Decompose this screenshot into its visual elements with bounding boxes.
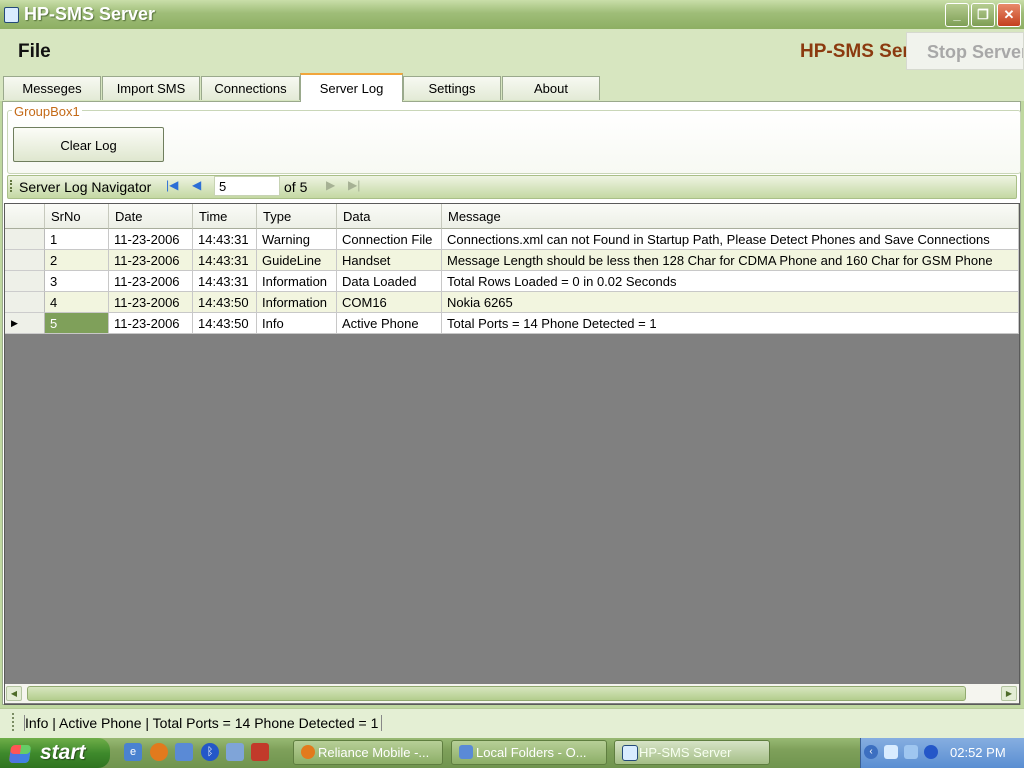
clear-log-button[interactable]: Clear Log xyxy=(13,127,164,162)
row-header[interactable] xyxy=(5,250,45,271)
cell-srno[interactable]: 3 xyxy=(45,271,109,292)
cell-message[interactable]: Total Ports = 14 Phone Detected = 1 xyxy=(442,313,1019,334)
brand-label: HP-SMS Server xyxy=(800,41,906,62)
record-position-input[interactable] xyxy=(214,176,280,196)
status-grip-icon xyxy=(12,713,17,731)
scroll-right-icon[interactable]: ▶ xyxy=(1001,686,1017,701)
row-header[interactable] xyxy=(5,271,45,292)
tab-server-log[interactable]: Server Log xyxy=(300,73,403,102)
app-icon xyxy=(622,745,638,761)
cell-data[interactable]: Connection File xyxy=(337,229,442,250)
app-shortcut-icon[interactable] xyxy=(251,743,269,761)
cell-date[interactable]: 11-23-2006 xyxy=(109,229,193,250)
cell-time[interactable]: 14:43:31 xyxy=(193,229,257,250)
thunderbird-icon[interactable] xyxy=(175,743,193,761)
windows-logo-icon xyxy=(8,745,32,763)
status-text: Info | Active Phone | Total Ports = 14 P… xyxy=(24,715,383,731)
app-icon xyxy=(4,7,19,23)
row-header[interactable]: ▶ xyxy=(5,313,45,334)
minimize-icon[interactable]: _ xyxy=(945,3,969,27)
bluetooth-tray-icon[interactable] xyxy=(924,745,938,759)
cell-date[interactable]: 11-23-2006 xyxy=(109,271,193,292)
firefox-icon xyxy=(301,745,315,759)
column-header-type[interactable]: Type xyxy=(257,204,337,229)
cell-data[interactable]: Data Loaded xyxy=(337,271,442,292)
stop-server-button[interactable]: Stop Server xyxy=(906,32,1024,70)
cell-srno[interactable]: 2 xyxy=(45,250,109,271)
window-title: HP-SMS Server xyxy=(24,4,156,24)
grid-corner-header xyxy=(5,204,45,229)
last-record-icon[interactable]: ▶| xyxy=(348,178,360,192)
navigator-label: Server Log Navigator xyxy=(19,179,152,195)
clock: 02:52 PM xyxy=(950,745,1006,760)
cell-data[interactable]: COM16 xyxy=(337,292,442,313)
file-menu[interactable]: File xyxy=(18,41,51,63)
tab-import-sms[interactable]: Import SMS xyxy=(102,76,200,100)
close-icon[interactable]: ✕ xyxy=(997,3,1021,27)
cell-date[interactable]: 11-23-2006 xyxy=(109,250,193,271)
tab-about[interactable]: About xyxy=(502,76,600,100)
show-desktop-icon[interactable] xyxy=(226,743,244,761)
cell-type[interactable]: GuideLine xyxy=(257,250,337,271)
tab-messeges[interactable]: Messeges xyxy=(3,76,101,100)
row-header[interactable] xyxy=(5,229,45,250)
cell-message[interactable]: Message Length should be less then 128 C… xyxy=(442,250,1019,271)
task-reliance-mobile[interactable]: Reliance Mobile -... xyxy=(293,740,443,765)
cell-type[interactable]: Information xyxy=(257,271,337,292)
cell-data[interactable]: Handset xyxy=(337,250,442,271)
bluetooth-icon[interactable]: ᛒ xyxy=(201,743,219,761)
maximize-icon[interactable]: ❐ xyxy=(971,3,995,27)
cell-message[interactable]: Connections.xml can not Found in Startup… xyxy=(442,229,1019,250)
cell-type[interactable]: Info xyxy=(257,313,337,334)
scroll-thumb[interactable] xyxy=(27,686,966,701)
ie-icon[interactable]: e xyxy=(124,743,142,761)
cell-message[interactable]: Nokia 6265 xyxy=(442,292,1019,313)
cell-srno[interactable]: 5 xyxy=(45,313,109,334)
cell-type[interactable]: Warning xyxy=(257,229,337,250)
tray-app-icon[interactable] xyxy=(884,745,898,759)
cell-srno[interactable]: 4 xyxy=(45,292,109,313)
first-record-icon[interactable]: |◀ xyxy=(166,178,178,192)
column-header-date[interactable]: Date xyxy=(109,204,193,229)
tab-connections[interactable]: Connections xyxy=(201,76,300,100)
network-icon[interactable] xyxy=(904,745,918,759)
previous-record-icon[interactable]: ◀ xyxy=(192,178,201,192)
cell-date[interactable]: 11-23-2006 xyxy=(109,313,193,334)
groupbox-label: GroupBox1 xyxy=(12,104,82,119)
row-header[interactable] xyxy=(5,292,45,313)
grip-handle-icon[interactable] xyxy=(10,180,14,192)
cell-time[interactable]: 14:43:50 xyxy=(193,292,257,313)
column-header-srno[interactable]: SrNo xyxy=(45,204,109,229)
cell-time[interactable]: 14:43:31 xyxy=(193,250,257,271)
next-record-icon[interactable]: ▶ xyxy=(326,178,335,192)
cell-time[interactable]: 14:43:31 xyxy=(193,271,257,292)
scroll-left-icon[interactable]: ◀ xyxy=(6,686,22,701)
column-header-data[interactable]: Data xyxy=(337,204,442,229)
cell-time[interactable]: 14:43:50 xyxy=(193,313,257,334)
firefox-icon[interactable] xyxy=(150,743,168,761)
thunderbird-icon xyxy=(459,745,473,759)
cell-date[interactable]: 11-23-2006 xyxy=(109,292,193,313)
log-navigator xyxy=(7,175,1017,199)
cell-type[interactable]: Information xyxy=(257,292,337,313)
cell-message[interactable]: Total Rows Loaded = 0 in 0.02 Seconds xyxy=(442,271,1019,292)
record-count-label: of 5 xyxy=(284,179,308,195)
column-header-message[interactable]: Message xyxy=(442,204,1019,229)
task-local-folders[interactable]: Local Folders - O... xyxy=(451,740,607,765)
column-header-time[interactable]: Time xyxy=(193,204,257,229)
cell-srno[interactable]: 1 xyxy=(45,229,109,250)
collapse-tray-icon[interactable]: ‹ xyxy=(864,745,878,759)
tab-settings[interactable]: Settings xyxy=(403,76,501,100)
cell-data[interactable]: Active Phone xyxy=(337,313,442,334)
